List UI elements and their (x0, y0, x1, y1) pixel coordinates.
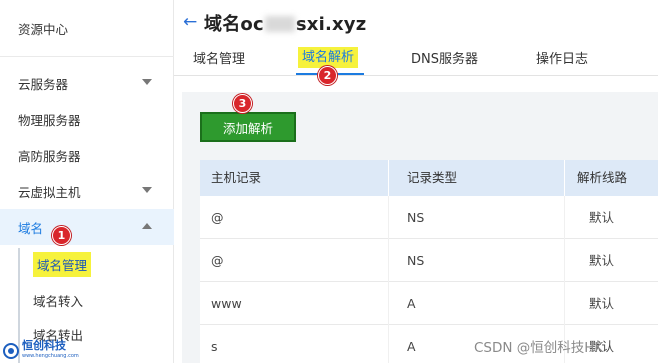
column-divider (388, 160, 389, 196)
chevron-down-icon (142, 187, 152, 193)
step-marker-1: 1 (52, 226, 71, 245)
cell-host: @ (211, 210, 224, 225)
tab-operation-log[interactable]: 操作日志 (536, 48, 588, 67)
sidebar-item-label: 域名 (18, 220, 44, 236)
add-resolution-label: 添加解析 (222, 120, 273, 136)
table-header: 主机记录 记录类型 解析线路 (200, 160, 658, 196)
chevron-down-icon (142, 79, 152, 85)
sidebar-subitem-domain-transfer-in[interactable]: 域名转入 (0, 282, 174, 318)
sidebar-item-label: 云服务器 (18, 76, 69, 92)
arrow-left-icon[interactable]: ← (183, 12, 197, 32)
sidebar-subitem-domain-management[interactable]: 域名管理 (0, 246, 174, 282)
column-header-host: 主机记录 (211, 170, 262, 185)
sidebar-item-resource-center[interactable]: 资源中心 (0, 10, 174, 46)
sidebar-item-virtual-host[interactable]: 云虚拟主机 (0, 173, 174, 209)
logo-text: 恒创科技 www.hengchuang.com (22, 340, 79, 362)
sidebar-item-domain[interactable]: 域名 (0, 209, 174, 245)
table-row: www A 默认 (200, 282, 658, 325)
column-divider (564, 160, 565, 196)
cell-divider (388, 196, 389, 239)
cell-line: 默认 (589, 253, 615, 268)
redacted-blur (264, 16, 295, 32)
add-resolution-button[interactable]: 添加解析 (200, 112, 296, 142)
sidebar-item-cloud-server[interactable]: 云服务器 (0, 65, 174, 101)
chevron-up-icon (142, 223, 152, 229)
csdn-watermark: CSDN @恒创科技HK (474, 340, 604, 356)
cell-type: A (407, 339, 416, 354)
cell-type: NS (407, 210, 425, 225)
brand-logo: 恒创科技 www.hengchuang.com (3, 340, 79, 362)
sidebar-divider (0, 56, 174, 57)
cell-divider (388, 325, 389, 363)
cell-line: 默认 (589, 210, 615, 225)
step-marker-3: 3 (233, 94, 252, 113)
sidebar: 资源中心 云服务器 物理服务器 高防服务器 云虚拟主机 域名 域名管理 域名转入… (0, 0, 174, 363)
tab-label: DNS服务器 (411, 52, 478, 67)
step-marker-2: 2 (318, 66, 337, 85)
cell-line: 默认 (589, 296, 615, 311)
tab-label: 域名管理 (193, 52, 246, 67)
tab-label: 域名解析 (298, 47, 359, 68)
column-header-type: 记录类型 (407, 170, 458, 185)
sidebar-subitem-label: 域名管理 (33, 251, 92, 277)
cell-divider (564, 239, 565, 282)
sidebar-item-physical-server[interactable]: 物理服务器 (0, 101, 174, 137)
cell-divider (388, 239, 389, 282)
table-row: @ NS 默认 (200, 239, 658, 282)
logo-icon (3, 343, 19, 359)
cell-type: NS (407, 253, 425, 268)
sidebar-item-label: 高防服务器 (18, 148, 81, 164)
tab-domain-management[interactable]: 域名管理 (193, 48, 245, 67)
page-title: 域名oc sxi.xyz (204, 10, 366, 36)
cell-host: www (211, 296, 242, 311)
sidebar-item-label: 资源中心 (18, 21, 69, 37)
column-header-line: 解析线路 (577, 170, 628, 185)
cell-divider (564, 196, 565, 239)
sidebar-subitem-label: 域名转入 (33, 293, 84, 309)
table-row: @ NS 默认 (200, 196, 658, 239)
page-title-prefix: 域名oc (204, 14, 264, 35)
sidebar-item-ddos-server[interactable]: 高防服务器 (0, 137, 174, 173)
cell-host: @ (211, 253, 224, 268)
tab-bar: 域名管理 域名解析 DNS服务器 操作日志 (174, 38, 658, 76)
page-title-suffix: sxi.xyz (295, 14, 367, 35)
tab-dns-server[interactable]: DNS服务器 (411, 48, 478, 67)
tab-domain-resolution[interactable]: 域名解析 (298, 46, 359, 68)
cell-divider (564, 282, 565, 325)
sidebar-item-label: 云虚拟主机 (18, 184, 81, 200)
tab-label: 操作日志 (536, 52, 589, 67)
cell-host: s (211, 339, 218, 354)
logo-subtitle: www.hengchuang.com (22, 353, 79, 359)
cell-type: A (407, 296, 416, 311)
sidebar-item-label: 物理服务器 (18, 112, 81, 128)
cell-divider (388, 282, 389, 325)
